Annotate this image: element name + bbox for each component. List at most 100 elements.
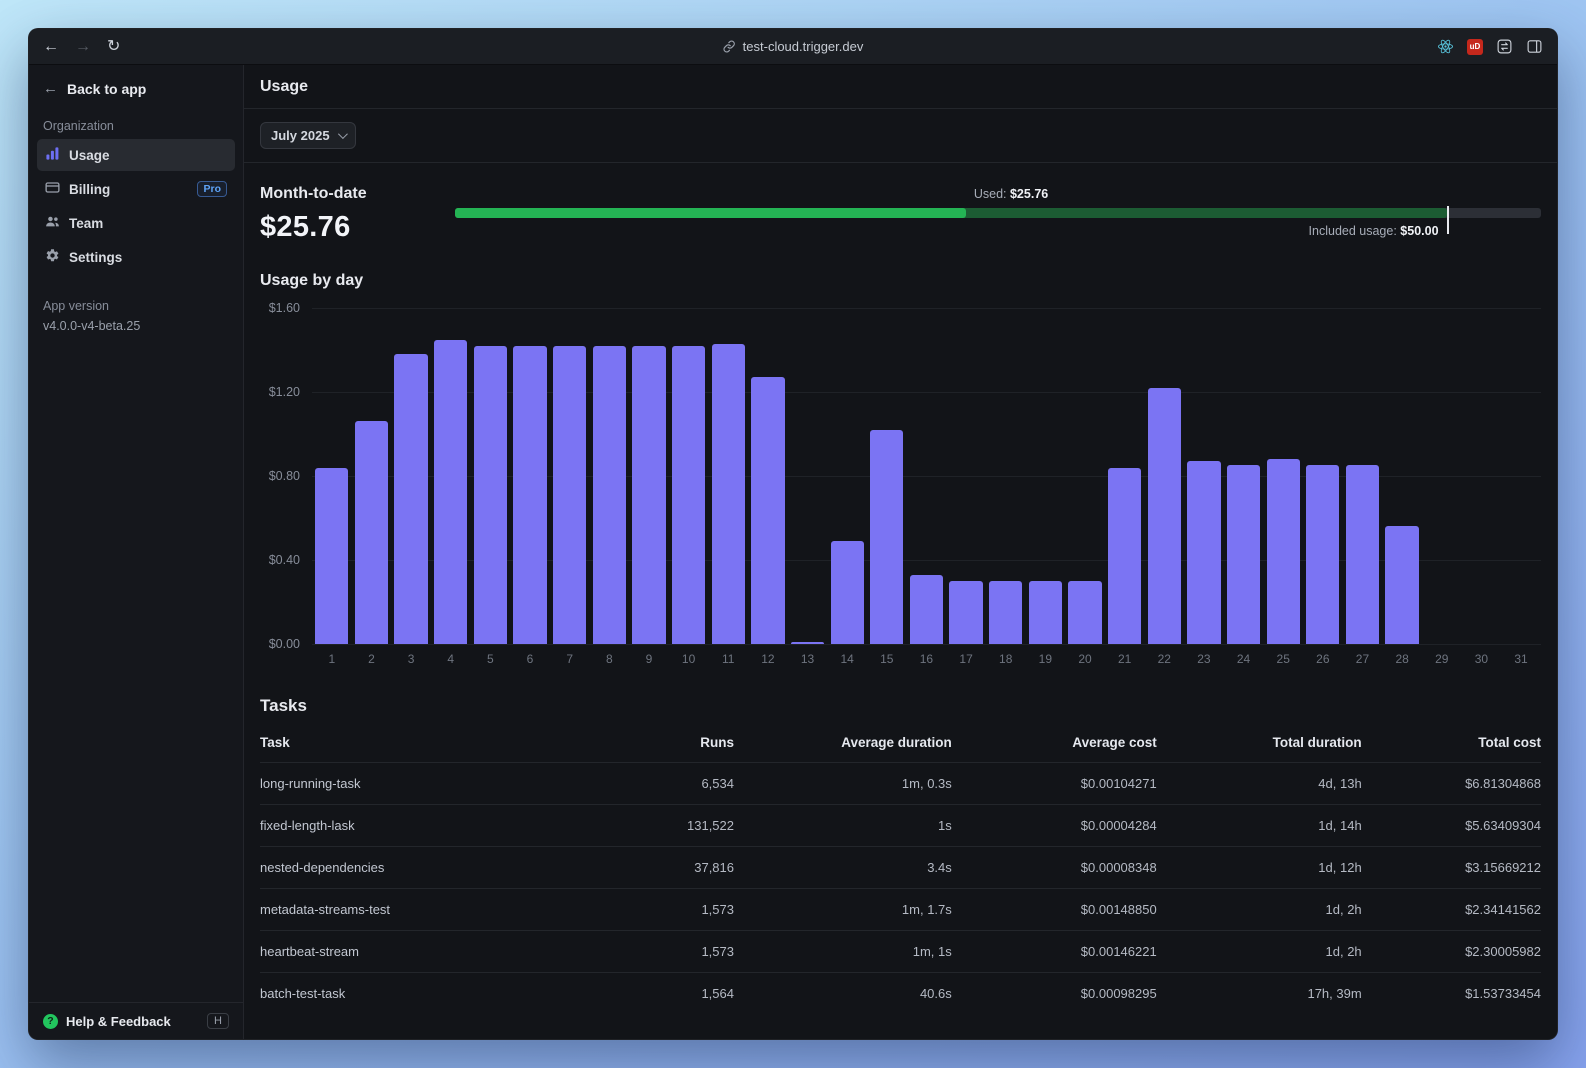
task-value-cell: $0.00148850 bbox=[951, 888, 1157, 931]
task-value-cell: 6,534 bbox=[554, 762, 734, 805]
url-text: test-cloud.trigger.dev bbox=[742, 39, 864, 54]
chart-bar[interactable] bbox=[513, 345, 547, 644]
column-header-runs[interactable]: Runs bbox=[555, 722, 734, 763]
chart-bar[interactable] bbox=[711, 343, 745, 644]
task-value-cell: $1.53733454 bbox=[1361, 972, 1541, 1014]
table-row[interactable]: fixed-length-lask 131,522 1s $0.00004284 1d,… bbox=[260, 804, 1541, 847]
column-header-average-cost[interactable]: Average cost bbox=[952, 722, 1156, 763]
pro-badge: Pro bbox=[197, 181, 227, 197]
chart-bar-slot bbox=[1382, 308, 1422, 644]
chart-bar[interactable] bbox=[473, 345, 508, 644]
task-value-cell: 1m, 1.7s bbox=[734, 888, 952, 931]
chart-bar[interactable] bbox=[949, 581, 983, 644]
column-header-total-cost[interactable]: Total cost bbox=[1362, 722, 1541, 763]
chart-bar-slot bbox=[669, 308, 709, 644]
forward-icon[interactable]: → bbox=[75, 38, 91, 55]
chart-bar-slot bbox=[1224, 308, 1264, 644]
table-row[interactable]: batch-test-task 1,564 40.6s $0.00098295 17h,… bbox=[260, 972, 1541, 1014]
task-value-cell: 37,816 bbox=[554, 846, 734, 889]
back-icon[interactable]: ← bbox=[43, 38, 59, 55]
chart-x-tick: 18 bbox=[999, 652, 1013, 666]
chart-x-tick: 16 bbox=[919, 652, 934, 666]
chart-bar[interactable] bbox=[1266, 459, 1300, 644]
chart-x-tick: 12 bbox=[761, 652, 775, 666]
chart-bar[interactable] bbox=[751, 377, 785, 644]
app-version-label: App version bbox=[43, 299, 110, 313]
task-value-cell: 1d, 2h bbox=[1156, 930, 1362, 973]
table-row[interactable]: heartbeat-stream 1,573 1m, 1s $0.00146221 1d… bbox=[260, 930, 1541, 973]
chart-bar[interactable] bbox=[434, 339, 468, 644]
month-selector[interactable]: July 2025 bbox=[260, 122, 356, 149]
chart-bar[interactable] bbox=[790, 641, 825, 644]
chart-bar[interactable] bbox=[1345, 465, 1380, 644]
chart-bar[interactable] bbox=[592, 345, 626, 644]
browser-window: ← → ↻ test-cloud.trigger.dev uD ← Back t… bbox=[28, 28, 1558, 1040]
task-value-cell: 1d, 14h bbox=[1156, 804, 1362, 847]
chart-x-tick: 25 bbox=[1276, 652, 1290, 666]
usage-progress-bar bbox=[455, 206, 1541, 234]
chart-bar[interactable] bbox=[553, 345, 587, 644]
chart-bar-slot bbox=[1105, 308, 1145, 644]
chart-bar[interactable] bbox=[909, 574, 944, 644]
column-header-average-duration[interactable]: Average duration bbox=[734, 722, 952, 763]
chart-bar[interactable] bbox=[989, 581, 1023, 644]
sidebar-toggle-icon[interactable] bbox=[1526, 38, 1543, 55]
task-value-cell: 1d, 2h bbox=[1156, 888, 1362, 931]
chart-bar[interactable] bbox=[632, 345, 666, 644]
chart-bar[interactable] bbox=[1306, 465, 1340, 644]
included-value-text: $50.00 bbox=[1400, 224, 1439, 238]
back-to-app-button[interactable]: ← Back to app bbox=[29, 65, 243, 113]
chart-bar[interactable] bbox=[1107, 467, 1142, 644]
sidebar-nav: Usage Billing Pro Team Settings bbox=[29, 137, 243, 275]
sidebar-item-usage[interactable]: Usage bbox=[37, 139, 235, 171]
back-to-app-label: Back to app bbox=[67, 80, 147, 97]
help-feedback-button[interactable]: ? Help & Feedback H bbox=[29, 1002, 243, 1039]
chart-x-tick: 6 bbox=[526, 652, 534, 666]
chart-bar-slot bbox=[550, 308, 590, 644]
chart-bar[interactable] bbox=[1226, 465, 1261, 644]
chart-bar-slot bbox=[1501, 308, 1541, 644]
reload-icon[interactable]: ↻ bbox=[107, 38, 120, 55]
chart-bar[interactable] bbox=[394, 354, 428, 644]
chart-x-tick: 4 bbox=[447, 652, 455, 666]
chart-bar[interactable] bbox=[1068, 581, 1102, 644]
page-title: Usage bbox=[244, 65, 1557, 109]
chart-y-tick: $0.00 bbox=[268, 637, 300, 651]
chart-bar[interactable] bbox=[1187, 461, 1221, 644]
help-feedback-label: Help & Feedback bbox=[66, 1013, 171, 1029]
month-to-date-title: Month-to-date bbox=[260, 185, 367, 202]
ublock-extension-icon[interactable]: uD bbox=[1467, 38, 1483, 55]
chart-bar[interactable] bbox=[354, 421, 389, 644]
column-header-task[interactable]: Task bbox=[260, 722, 555, 763]
chart-bar-slot bbox=[907, 308, 947, 644]
chart-bar[interactable] bbox=[671, 345, 706, 644]
chart-bar[interactable] bbox=[315, 467, 349, 644]
react-devtools-icon[interactable] bbox=[1437, 38, 1454, 55]
table-row[interactable]: long-running-task 6,534 1m, 0.3s $0.0010427… bbox=[260, 762, 1541, 805]
chart-bar[interactable] bbox=[1147, 387, 1181, 644]
task-value-cell: 1m, 1s bbox=[734, 930, 952, 973]
chart-x-tick: 1 bbox=[328, 652, 336, 666]
table-row[interactable]: metadata-streams-test 1,573 1m, 1.7s $0.001… bbox=[260, 888, 1541, 931]
task-value-cell: 1,564 bbox=[554, 972, 734, 1014]
extension-icon[interactable] bbox=[1496, 38, 1513, 55]
sidebar-item-billing[interactable]: Billing Pro bbox=[37, 173, 235, 205]
chart-bar-slot bbox=[986, 308, 1026, 644]
chart-bar[interactable] bbox=[870, 429, 904, 644]
table-row[interactable]: nested-dependencies 37,816 3.4s $0.00008348… bbox=[260, 846, 1541, 889]
chart-bar[interactable] bbox=[830, 541, 864, 644]
gear-icon bbox=[45, 248, 60, 266]
chart-bar[interactable] bbox=[1028, 581, 1062, 644]
sidebar-item-team[interactable]: Team bbox=[37, 207, 235, 239]
chart-x-tick: 23 bbox=[1197, 652, 1211, 666]
task-name-cell: fixed-length-lask bbox=[260, 804, 555, 847]
column-header-total-duration[interactable]: Total duration bbox=[1157, 722, 1362, 763]
address-bar[interactable]: test-cloud.trigger.dev bbox=[723, 39, 864, 54]
sidebar-item-label: Settings bbox=[69, 249, 123, 265]
chart-bar[interactable] bbox=[1385, 526, 1419, 644]
chart-y-tick: $0.40 bbox=[268, 553, 300, 567]
chart-bar-slot bbox=[827, 308, 867, 644]
task-value-cell: 131,522 bbox=[554, 804, 734, 847]
sidebar-item-settings[interactable]: Settings bbox=[37, 241, 235, 273]
task-value-cell: 1,573 bbox=[554, 930, 734, 973]
